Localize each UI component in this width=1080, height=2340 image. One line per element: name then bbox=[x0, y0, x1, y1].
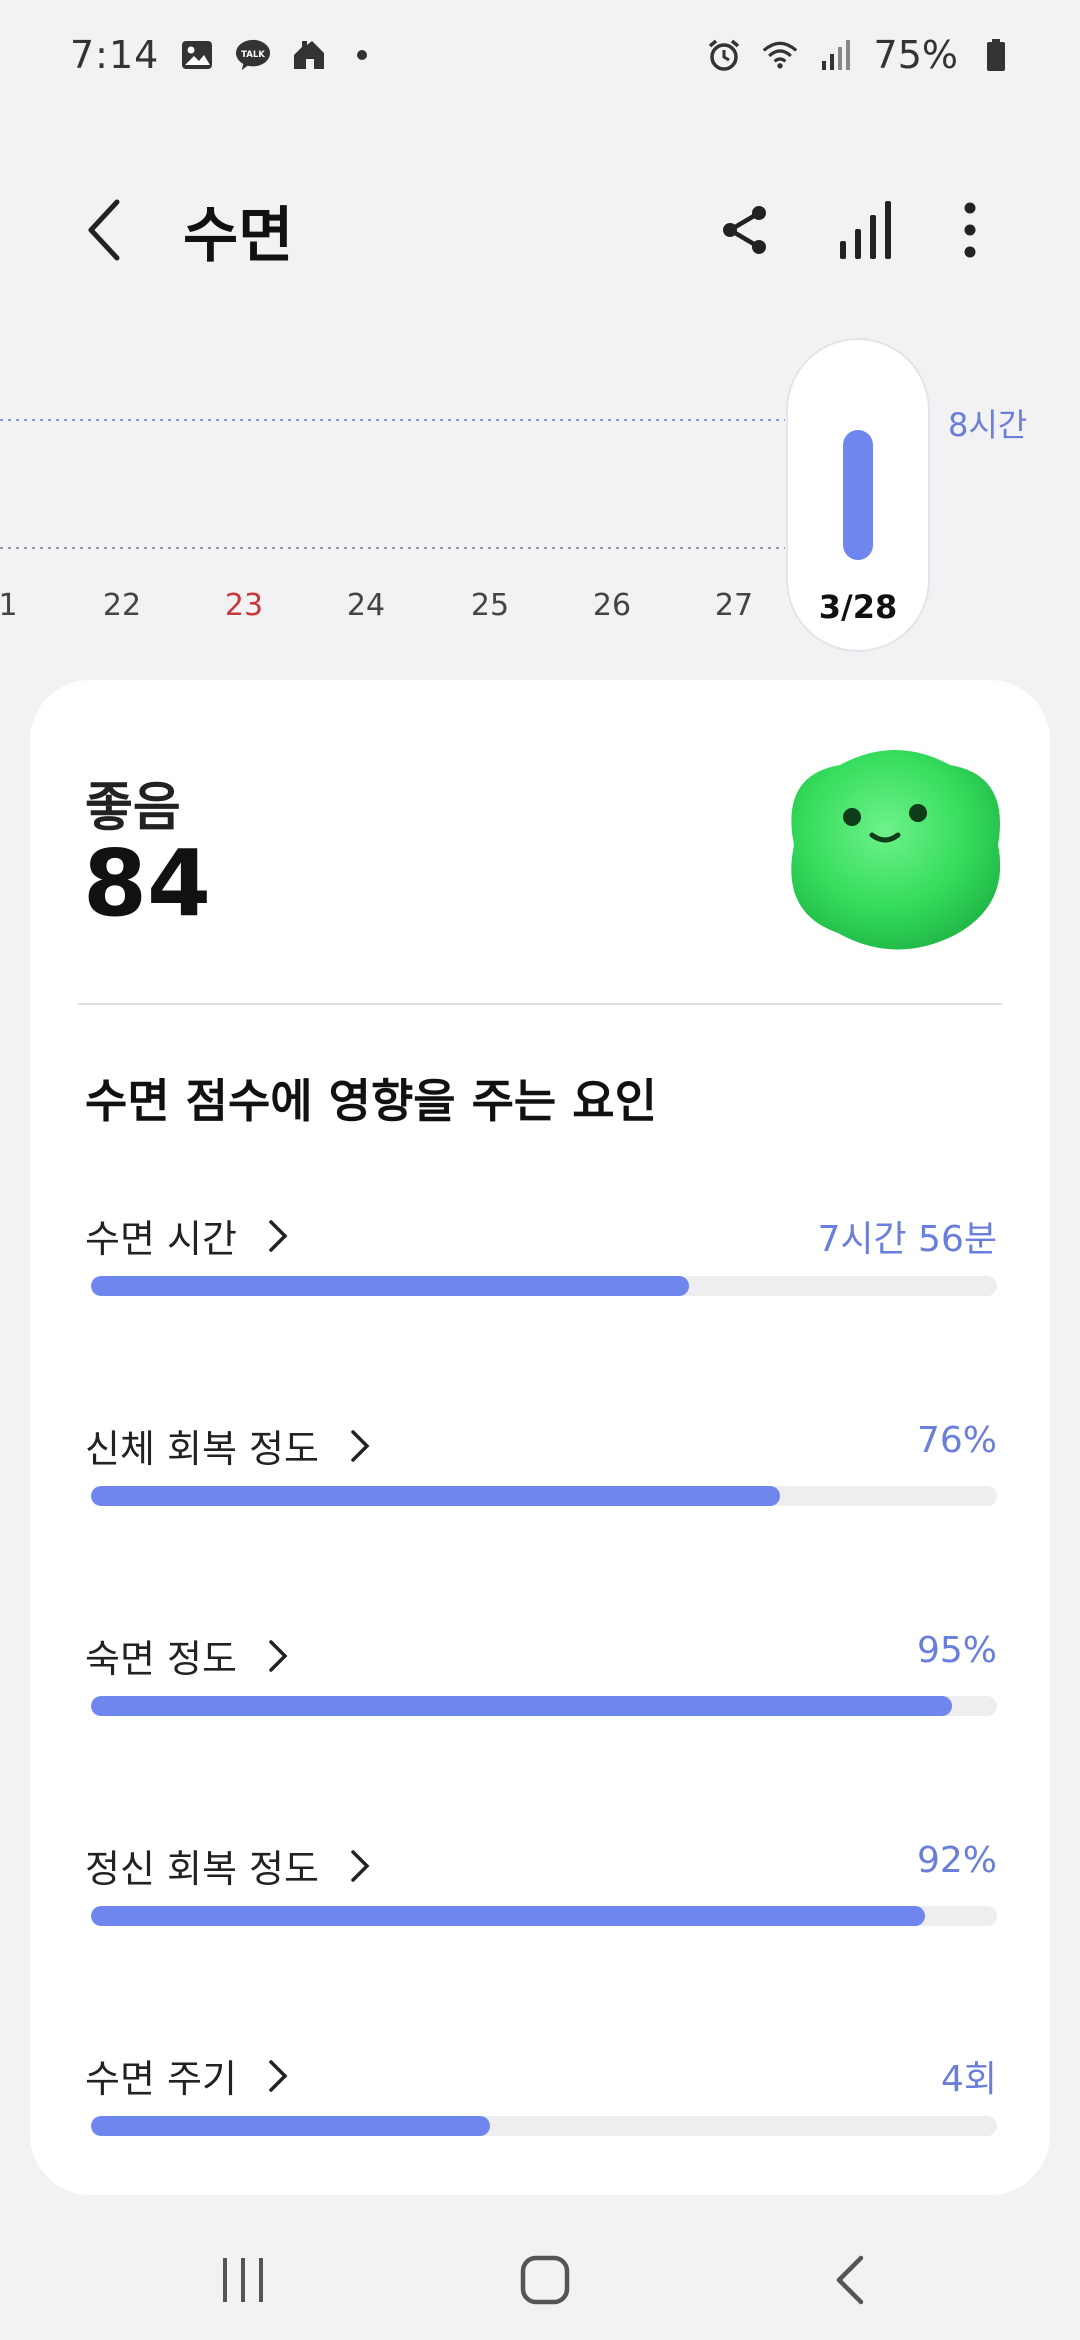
day-label[interactable]: 26 bbox=[593, 588, 631, 623]
progress-fill bbox=[91, 1276, 689, 1296]
factor-label: 수면 시간 bbox=[85, 1217, 237, 1261]
statistics-button[interactable] bbox=[825, 185, 905, 275]
factor-mental-recovery[interactable]: 정신 회복 정도 92% bbox=[85, 1838, 997, 1958]
score-rating: 좋음 bbox=[85, 778, 181, 838]
factors-section-title: 수면 점수에 영향을 주는 요인 bbox=[85, 1074, 657, 1128]
day-label[interactable]: 27 bbox=[715, 588, 753, 623]
app-bar: 수면 bbox=[0, 170, 1080, 290]
green-fluffy-mascot-icon bbox=[780, 735, 1010, 965]
divider bbox=[78, 1003, 1002, 1005]
chevron-right-icon bbox=[345, 1846, 375, 1886]
sleep-score: 84 bbox=[83, 830, 212, 937]
factor-head: 수면 주기 bbox=[85, 2048, 293, 2103]
progress-fill bbox=[91, 1486, 780, 1506]
page-title: 수면 bbox=[183, 200, 294, 271]
status-right: 75% bbox=[706, 33, 1014, 77]
navigation-bar bbox=[0, 2220, 1080, 2340]
chevron-left-icon bbox=[88, 199, 120, 261]
kakaotalk-icon: TALK bbox=[235, 37, 271, 73]
factor-head: 신체 회복 정도 bbox=[85, 1418, 375, 1473]
day-label[interactable]: 25 bbox=[471, 588, 509, 623]
factor-head: 숙면 정도 bbox=[85, 1628, 293, 1683]
factor-deep-sleep[interactable]: 숙면 정도 95% bbox=[85, 1628, 997, 1748]
gallery-icon bbox=[179, 37, 215, 73]
progress-track bbox=[91, 1276, 997, 1296]
status-left: 7:14 TALK bbox=[70, 33, 368, 77]
sleep-score-card: 좋음 84 수면 점수에 영향을 주는 요인 수면 시간 7시간 56분 신체 … bbox=[30, 680, 1050, 2195]
battery-percent: 75% bbox=[873, 33, 958, 77]
daily-sleep-chart[interactable]: 8시간 1 22 23 24 25 26 27 3/28 bbox=[0, 330, 1080, 660]
day-label-sunday[interactable]: 23 bbox=[225, 588, 263, 623]
factor-value: 95% bbox=[916, 1630, 997, 1671]
factor-value: 76% bbox=[916, 1420, 997, 1461]
day-label[interactable]: 22 bbox=[103, 588, 141, 623]
alarm-icon bbox=[706, 37, 742, 73]
day-label[interactable]: 1 bbox=[0, 588, 18, 623]
day-label[interactable]: 24 bbox=[347, 588, 385, 623]
home-button[interactable] bbox=[485, 2240, 605, 2320]
factor-head: 수면 시간 bbox=[85, 1208, 293, 1263]
factor-value: 4회 bbox=[940, 2059, 997, 2100]
factor-label: 정신 회복 정도 bbox=[85, 1847, 319, 1891]
chevron-right-icon bbox=[263, 1216, 293, 1256]
battery-icon bbox=[978, 37, 1014, 73]
signal-icon bbox=[818, 37, 854, 73]
reference-label: 8시간 bbox=[948, 406, 1028, 444]
factor-label: 신체 회복 정도 bbox=[85, 1427, 319, 1471]
selected-day-bar bbox=[843, 430, 873, 560]
bar-chart-icon bbox=[840, 201, 891, 259]
recents-button[interactable] bbox=[183, 2240, 303, 2320]
home-icon bbox=[520, 2255, 570, 2305]
system-back-button[interactable] bbox=[790, 2240, 910, 2320]
status-bar: 7:14 TALK 75% bbox=[0, 0, 1080, 110]
factor-sleep-cycles[interactable]: 수면 주기 4회 bbox=[85, 2048, 997, 2168]
factor-head: 정신 회복 정도 bbox=[85, 1838, 375, 1893]
more-options-button[interactable] bbox=[930, 185, 1010, 275]
back-icon bbox=[836, 2255, 864, 2305]
notification-dot bbox=[357, 50, 368, 60]
back-button[interactable] bbox=[70, 185, 140, 275]
wifi-icon bbox=[762, 37, 798, 73]
chevron-right-icon bbox=[263, 2056, 293, 2096]
more-vert-icon bbox=[964, 202, 976, 258]
progress-track bbox=[91, 2116, 997, 2136]
home-app-icon bbox=[291, 37, 327, 73]
sleep-screen: 7:14 TALK 75% 수면 8시간 1 22 23 24 25 26 27… bbox=[0, 0, 1080, 2340]
chevron-right-icon bbox=[345, 1426, 375, 1466]
status-time: 7:14 bbox=[70, 33, 160, 77]
day-label-selected[interactable]: 3/28 bbox=[819, 588, 897, 626]
svg-text:TALK: TALK bbox=[241, 50, 265, 60]
factor-physical-recovery[interactable]: 신체 회복 정도 76% bbox=[85, 1418, 997, 1538]
recents-icon bbox=[223, 2258, 263, 2302]
progress-fill bbox=[91, 1906, 925, 1926]
factor-label: 숙면 정도 bbox=[85, 1637, 237, 1681]
factor-value: 92% bbox=[916, 1840, 997, 1881]
chevron-right-icon bbox=[263, 1636, 293, 1676]
share-button[interactable] bbox=[705, 185, 785, 275]
progress-track bbox=[91, 1696, 997, 1716]
factor-value: 7시간 56분 bbox=[817, 1219, 997, 1260]
progress-track bbox=[91, 1906, 997, 1926]
factor-label: 수면 주기 bbox=[85, 2057, 237, 2101]
factor-sleep-time[interactable]: 수면 시간 7시간 56분 bbox=[85, 1208, 997, 1328]
progress-fill bbox=[91, 1696, 952, 1716]
progress-track bbox=[91, 1486, 997, 1506]
share-icon bbox=[723, 206, 766, 254]
progress-fill bbox=[91, 2116, 490, 2136]
